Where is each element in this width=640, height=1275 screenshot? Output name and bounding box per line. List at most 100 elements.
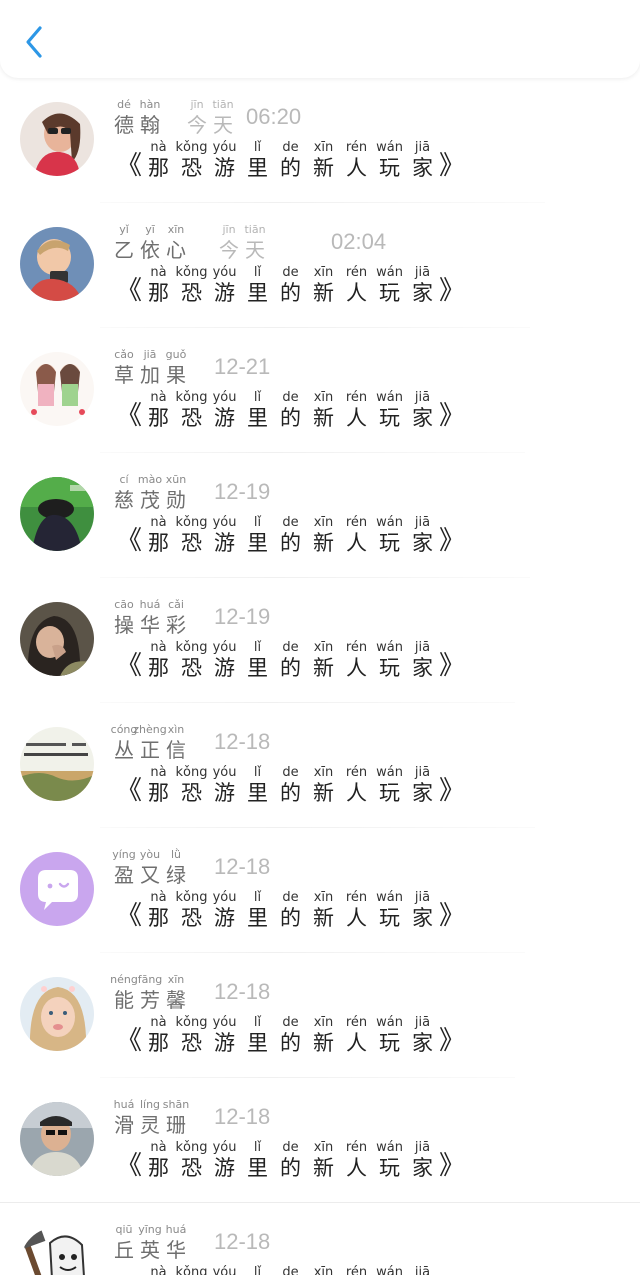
title-hanzi: 恐 [181,1156,203,1180]
title-hanzi: 人 [346,906,368,930]
list-item[interactable]: cí 慈 mào 茂 xūn 勋 12-19 《 nà 那 kǒng 恐 yóu 游 lǐ 里 de 的 xīn 新 r… [0,453,640,578]
title-char: lǐ里 [241,141,274,181]
title-pinyin: xīn [313,140,334,155]
name-pinyin: cāo [114,598,134,611]
title-hanzi: 恐 [181,156,203,180]
list-item[interactable]: yíng 盈 yòu 又 lǜ 绿 12-18 《 nà 那 kǒng 恐 yóu 游 lǐ 里 de 的 xīn 新… [0,828,640,953]
list-item[interactable]: cóng 丛 zhèng 正 xìn 信 12-18 《 nà 那 kǒng 恐 yóu 游 lǐ 里 de 的 x… [0,703,640,828]
title-open-bracket: 《 [116,401,143,431]
avatar-cap-green [20,477,94,551]
title-hanzi: 那 [148,656,170,680]
title-char: xīn新 [307,766,340,806]
title-char: lǐ里 [241,266,274,306]
title-pinyin: wán [376,1015,403,1030]
avatar[interactable] [20,727,94,801]
list-item[interactable]: cāo 操 huá 华 cǎi 彩 12-19 《 nà 那 kǒng 恐 yóu 游 lǐ 里 de 的 xīn 新… [0,578,640,703]
title-pinyin: de [282,265,299,280]
name-char: xīn 馨 [163,973,189,1013]
avatar[interactable] [20,477,94,551]
contact-name: yǐ 乙 yī 依 xīn 心 [111,223,189,263]
name-pinyin: fāng [137,973,163,986]
list-item[interactable]: dé 德 hàn 翰 jīn 今 tiān 天 06:20 《 nà 那 kǒng 恐 yóu 游 lǐ 里 de 的… [0,78,640,203]
name-hanzi: 珊 [166,1113,186,1137]
title-hanzi: 家 [412,656,434,680]
title-pinyin: xīn [313,390,334,405]
list-item[interactable]: néng 能 fāng 芳 xīn 馨 12-18 《 nà 那 kǒng 恐 yóu 游 lǐ 里 de 的 xī… [0,953,640,1078]
title-open-bracket: 《 [116,151,143,181]
title-char: yóu游 [208,766,241,806]
message-title: 《nà那kǒng恐yóu游lǐ里de的xīn新rén人wán玩jiā家》 [116,390,465,432]
title-char: wán玩 [373,766,406,806]
list-item[interactable]: qiū丘yīng英huá华12-18《nà那kǒng恐yóu游lǐ里de的xīn… [0,1203,640,1275]
title-hanzi: 那 [148,281,170,305]
contact-name: huá 滑 líng 灵 shān 珊 [111,1098,190,1138]
title-hanzi: 恐 [181,781,203,805]
avatar[interactable] [20,227,94,301]
avatar[interactable] [20,352,94,426]
title-hanzi: 那 [148,156,170,180]
day-hanzi: 今 [219,238,239,262]
title-pinyin: wán [376,140,403,155]
chevron-left-icon[interactable] [18,22,52,62]
title-char: xīn新 [307,891,340,931]
title-pinyin: yóu [212,765,237,780]
title-pinyin: de [282,1015,299,1030]
list-item[interactable]: cǎo 草 jiā 加 guǒ 果 12-21 《 nà 那 kǒng 恐 yóu 游 lǐ 里 de 的 xīn 新… [0,328,640,453]
title-hanzi: 的 [280,1156,302,1180]
avatar[interactable] [20,602,94,676]
list-item[interactable]: huá 滑 líng 灵 shān 珊 12-18 《 nà 那 kǒng 恐 yóu 游 lǐ 里 de 的 xī… [0,1078,640,1203]
avatar[interactable] [20,852,94,926]
timestamp: 06:20 [246,104,302,129]
avatar-text-landscape [20,727,94,801]
timestamp: 12-19 [214,604,271,629]
name-hanzi: 信 [166,738,186,762]
day-pinyin: tiān [244,223,266,236]
name-hanzi: 德 [114,113,134,137]
title-pinyin: xīn [313,1140,334,1155]
message-title: 《nà那kǒng恐yóu游lǐ里de的xīn新rén人wán玩jiā家》 [116,516,465,557]
title-pinyin: de [282,1140,299,1155]
name-hanzi: 绿 [166,863,186,887]
title-char: nà那 [142,1141,175,1181]
title-pinyin: jiā [414,1015,431,1030]
title-pinyin: rén [345,140,368,155]
list-item[interactable]: yǐ 乙 yī 依 xīn 心 jīn 今 tiān 天 02:04 《 nà 那 kǒng 恐 yóu 游 lǐ 里… [0,203,640,328]
title-hanzi: 恐 [181,656,203,680]
title-char: wán玩 [373,141,406,181]
name-pinyin: xūn [165,473,187,486]
title-hanzi: 那 [148,906,170,930]
name-char: guǒ 果 [163,348,189,388]
avatar[interactable] [20,1227,94,1275]
title-char: jiā家 [406,1016,439,1056]
title-char: kǒng恐 [175,766,208,806]
name-hanzi: 乙 [114,238,134,262]
title-hanzi: 游 [214,1031,236,1055]
avatar[interactable] [20,102,94,176]
avatar[interactable] [20,977,94,1051]
title-hanzi: 玩 [379,406,401,430]
title-pinyin: xīn [313,1265,334,1275]
title-open-bracket: 《 [116,1151,143,1181]
title-char: xīn新 [307,1141,340,1181]
title-hanzi: 的 [280,906,302,930]
title-pinyin: yóu [212,390,237,405]
name-hanzi: 灵 [140,1113,160,1137]
title-char: lǐ里 [241,766,274,806]
title-char: yóu游 [208,1016,241,1056]
title-pinyin: rén [345,265,368,280]
name-pinyin: néng [110,973,138,986]
title-char: xīn新 [307,641,340,681]
name-pinyin: yīng [138,1223,162,1236]
name-pinyin: dé [117,98,131,111]
title-char: lǐ里 [241,641,274,681]
title-pinyin: rén [345,1265,368,1275]
title-hanzi: 游 [214,1156,236,1180]
avatar[interactable] [20,1102,94,1176]
day-hanzi: 天 [213,113,233,137]
name-char: qiū 丘 [111,1223,137,1263]
title-pinyin: jiā [414,1140,431,1155]
title-pinyin: de [282,640,299,655]
message-title: 《nà那kǒng恐yóu游lǐ里de的xīn新rén人wán玩jiā家》 [116,766,465,807]
title-hanzi: 的 [280,781,302,805]
title-char: lǐ里 [241,1141,274,1181]
